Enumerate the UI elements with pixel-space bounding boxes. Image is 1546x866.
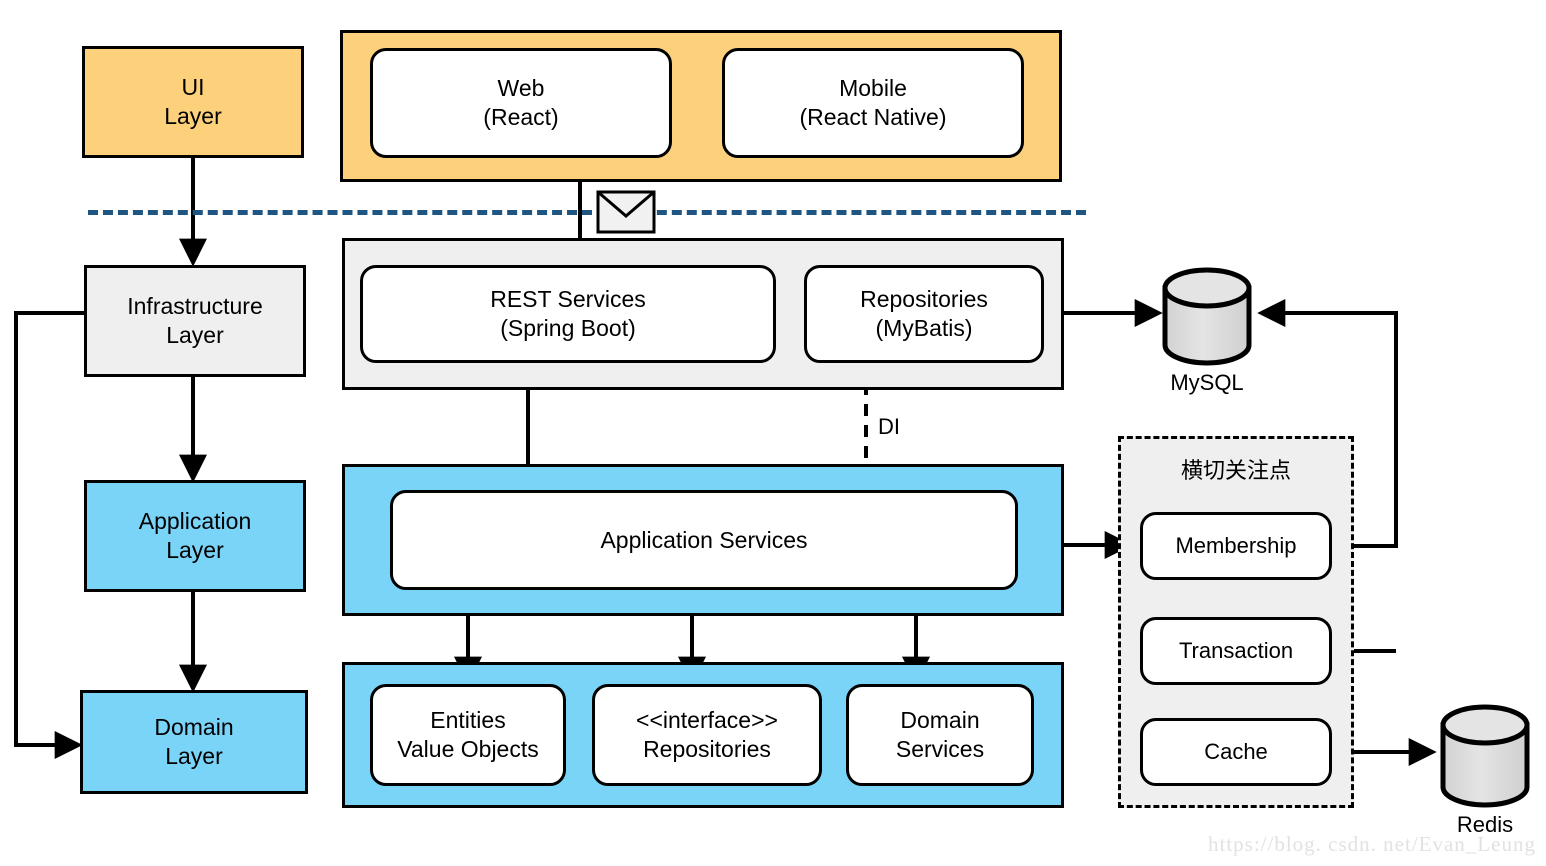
architecture-diagram: UI Layer Infrastructure Layer Applicatio…: [0, 0, 1546, 866]
redis-cylinder-shape: [1440, 704, 1530, 808]
application-layer-chip[interactable]: Application Layer: [84, 480, 306, 592]
transaction-box[interactable]: Transaction: [1140, 617, 1332, 685]
infrastructure-layer-chip[interactable]: Infrastructure Layer: [84, 265, 306, 377]
rest-services-box[interactable]: REST Services (Spring Boot): [360, 265, 776, 363]
repositories-interface-box[interactable]: <<interface>> Repositories: [592, 684, 822, 786]
mobile-box[interactable]: Mobile (React Native): [722, 48, 1024, 158]
membership-box[interactable]: Membership: [1140, 512, 1332, 580]
domain-layer-chip[interactable]: Domain Layer: [80, 690, 308, 794]
di-edge-label: DI: [878, 414, 900, 439]
message-envelope-icon: [596, 190, 656, 234]
ui-layer-chip[interactable]: UI Layer: [82, 46, 304, 158]
entities-value-objects-box[interactable]: Entities Value Objects: [370, 684, 566, 786]
repositories-box[interactable]: Repositories (MyBatis): [804, 265, 1044, 363]
domain-services-box[interactable]: Domain Services: [846, 684, 1034, 786]
mysql-label: MySQL: [1170, 370, 1244, 395]
cache-box[interactable]: Cache: [1140, 718, 1332, 786]
mysql-cylinder-shape: [1162, 267, 1252, 366]
web-box[interactable]: Web (React): [370, 48, 672, 158]
ui-infrastructure-separator: [88, 210, 1086, 215]
edge-infrastructure-to-domain-loop: [14, 311, 84, 759]
cross-cutting-concerns-title: 横切关注点: [1180, 458, 1291, 483]
application-services-box[interactable]: Application Services: [390, 490, 1018, 590]
watermark: https://blog. csdn. net/Evan_Leung: [1208, 832, 1536, 856]
